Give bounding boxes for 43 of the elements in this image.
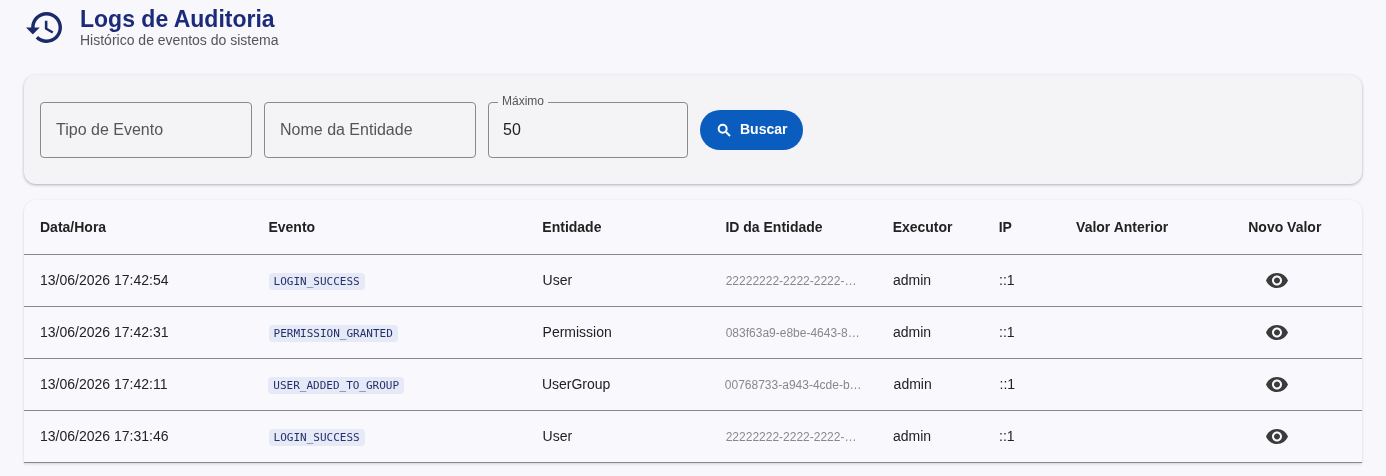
- table-cell: User: [542, 428, 573, 444]
- eye-icon: [1265, 429, 1288, 444]
- column-header: Valor Anterior: [1076, 219, 1169, 235]
- table-cell: Permission: [542, 324, 612, 340]
- table-cell: 13/06/2026 17:42:11: [40, 376, 168, 392]
- table-cell: 00768733-a943-4cde-b…: [724, 378, 862, 392]
- table-cell: 13/06/2026 17:42:54: [40, 272, 169, 288]
- table-cell: admin: [893, 272, 932, 288]
- event-tag: USER_ADDED_TO_GROUP: [268, 377, 405, 394]
- table-cell: 22222222-2222-2222-…: [725, 274, 857, 288]
- search-icon: [716, 121, 732, 138]
- column-header: Novo Valor: [1248, 219, 1322, 235]
- column-header: Executor: [892, 219, 953, 235]
- column-header: Entidade: [542, 219, 602, 235]
- table-cell: admin: [893, 324, 932, 340]
- eye-icon: [1265, 377, 1288, 392]
- table-cell: ::1: [999, 272, 1015, 288]
- event-tag: LOGIN_SUCCESS: [268, 429, 365, 446]
- event-tag: PERMISSION_GRANTED: [268, 325, 398, 342]
- event-tag: LOGIN_SUCCESS: [268, 273, 365, 290]
- table-cell: 083f63a9-e8be-4643-8…: [725, 326, 860, 340]
- table-cell: ::1: [999, 324, 1015, 340]
- search-button[interactable]: Buscar: [700, 109, 804, 150]
- table-cell: admin: [893, 428, 932, 444]
- column-header: Data/Hora: [40, 219, 107, 235]
- table-cell: ::1: [999, 376, 1016, 392]
- table-cell: admin: [893, 376, 932, 392]
- column-header: ID da Entidade: [725, 219, 823, 235]
- filter-field[interactable]: Nome da Entidade: [264, 101, 476, 158]
- eye-icon: [1265, 325, 1288, 340]
- page-title: Logs de Auditoria: [80, 6, 276, 32]
- table-cell: 22222222-2222-2222-…: [725, 430, 857, 444]
- table-cell: 13/06/2026 17:42:31: [40, 324, 169, 340]
- filter-field[interactable]: Tipo de Evento: [40, 101, 252, 158]
- table-cell: ::1: [999, 428, 1015, 444]
- table-cell: UserGroup: [541, 376, 611, 392]
- column-header: Evento: [268, 219, 316, 235]
- table-cell: User: [542, 272, 573, 288]
- history-icon: [26, 12, 62, 43]
- eye-icon: [1265, 273, 1288, 288]
- column-header: IP: [998, 219, 1012, 235]
- table-cell: 13/06/2026 17:31:46: [40, 428, 169, 444]
- page-subtitle: Histórico de eventos do sistema: [80, 32, 279, 49]
